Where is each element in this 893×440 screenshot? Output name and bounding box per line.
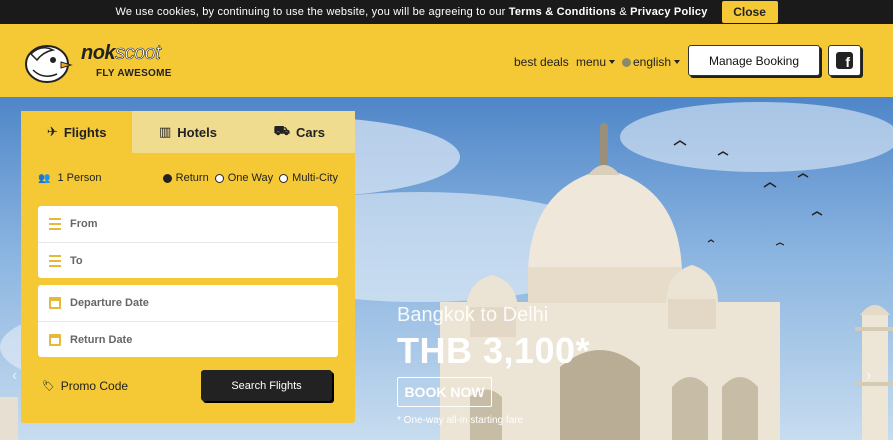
language-selector[interactable]: english [622,44,681,80]
nav-menu[interactable]: menu [576,44,616,80]
tab-cars[interactable]: ⛟ Cars [243,111,355,153]
calendar-icon [49,333,61,346]
trip-options: 👥 1 Person Return One Way Multi-City [38,171,338,187]
list-icon [49,218,61,230]
trip-type-group: Return One Way Multi-City [157,172,338,184]
radio-dot [214,173,224,183]
booking-widget: ✈ Flights ▥ Hotels ⛟ Cars 👥 1 Person Return… [21,111,355,423]
list-icon [49,254,61,267]
tab-hotels[interactable]: ▥ Hotels [132,111,244,153]
carousel-next-icon[interactable]: › [866,367,871,385]
promo-price: THB 3,100* [397,330,591,371]
search-flights-button[interactable]: Search Flights [201,370,332,401]
cookie-close-button[interactable]: Close [721,1,778,23]
book-now-button[interactable]: BOOK NOW [397,377,492,407]
privacy-link[interactable]: Privacy Policy [630,6,707,18]
users-icon: 👥 [38,172,51,184]
bird-logo-icon [25,45,73,83]
site-header: nokscoot FLY AWESOME best deals menu eng… [0,24,893,97]
radio-dot [279,173,289,183]
radio-return[interactable]: Return [162,172,209,184]
booking-tabs: ✈ Flights ▥ Hotels ⛟ Cars [21,111,355,153]
chevron-down-icon [609,60,616,64]
building-icon: ▥ [158,124,172,139]
passenger-count: 1 Person [57,172,102,184]
nokscoot-logo[interactable]: nokscoot FLY AWESOME [23,40,183,84]
from-field[interactable]: From [38,206,338,242]
promo-code-link[interactable]: 🏷 Promo Code [42,379,128,393]
tab-flights[interactable]: ✈ Flights [21,111,133,153]
radio-dot [162,173,172,183]
route-fields: From To [38,206,338,278]
cookie-text: We use cookies, by continuing to use the… [115,6,708,18]
facebook-icon: f [836,52,853,69]
cookie-banner: We use cookies, by continuing to use the… [0,0,893,24]
plane-icon: ✈ [46,124,58,139]
return-date-field[interactable]: Return Date [38,321,338,357]
logo-tagline: FLY AWESOME [96,68,172,79]
radio-multi-city[interactable]: Multi-City [279,172,338,184]
nav-best-deals[interactable]: best deals [514,44,569,80]
calendar-icon [49,297,61,309]
to-field[interactable]: To [38,242,338,278]
promo-route: Bangkok to Delhi [397,304,549,326]
facebook-button[interactable]: f [828,45,861,76]
departure-date-field[interactable]: Departure Date [38,285,338,321]
manage-booking-button[interactable]: Manage Booking [688,45,820,76]
chevron-down-icon [674,60,681,64]
carousel-prev-icon[interactable]: ‹ [12,367,17,385]
globe-icon [622,57,631,67]
radio-one-way[interactable]: One Way [214,172,273,184]
logo-wordmark: nokscoot [81,42,161,65]
passenger-selector[interactable]: 👥 1 Person [38,172,101,184]
terms-link[interactable]: Terms & Conditions [509,6,616,18]
tag-icon: 🏷 [42,380,55,392]
car-icon: ⛟ [273,123,291,138]
date-fields: Departure Date Return Date [38,285,338,357]
promo-footnote: * One-way all-in starting fare [397,415,524,426]
